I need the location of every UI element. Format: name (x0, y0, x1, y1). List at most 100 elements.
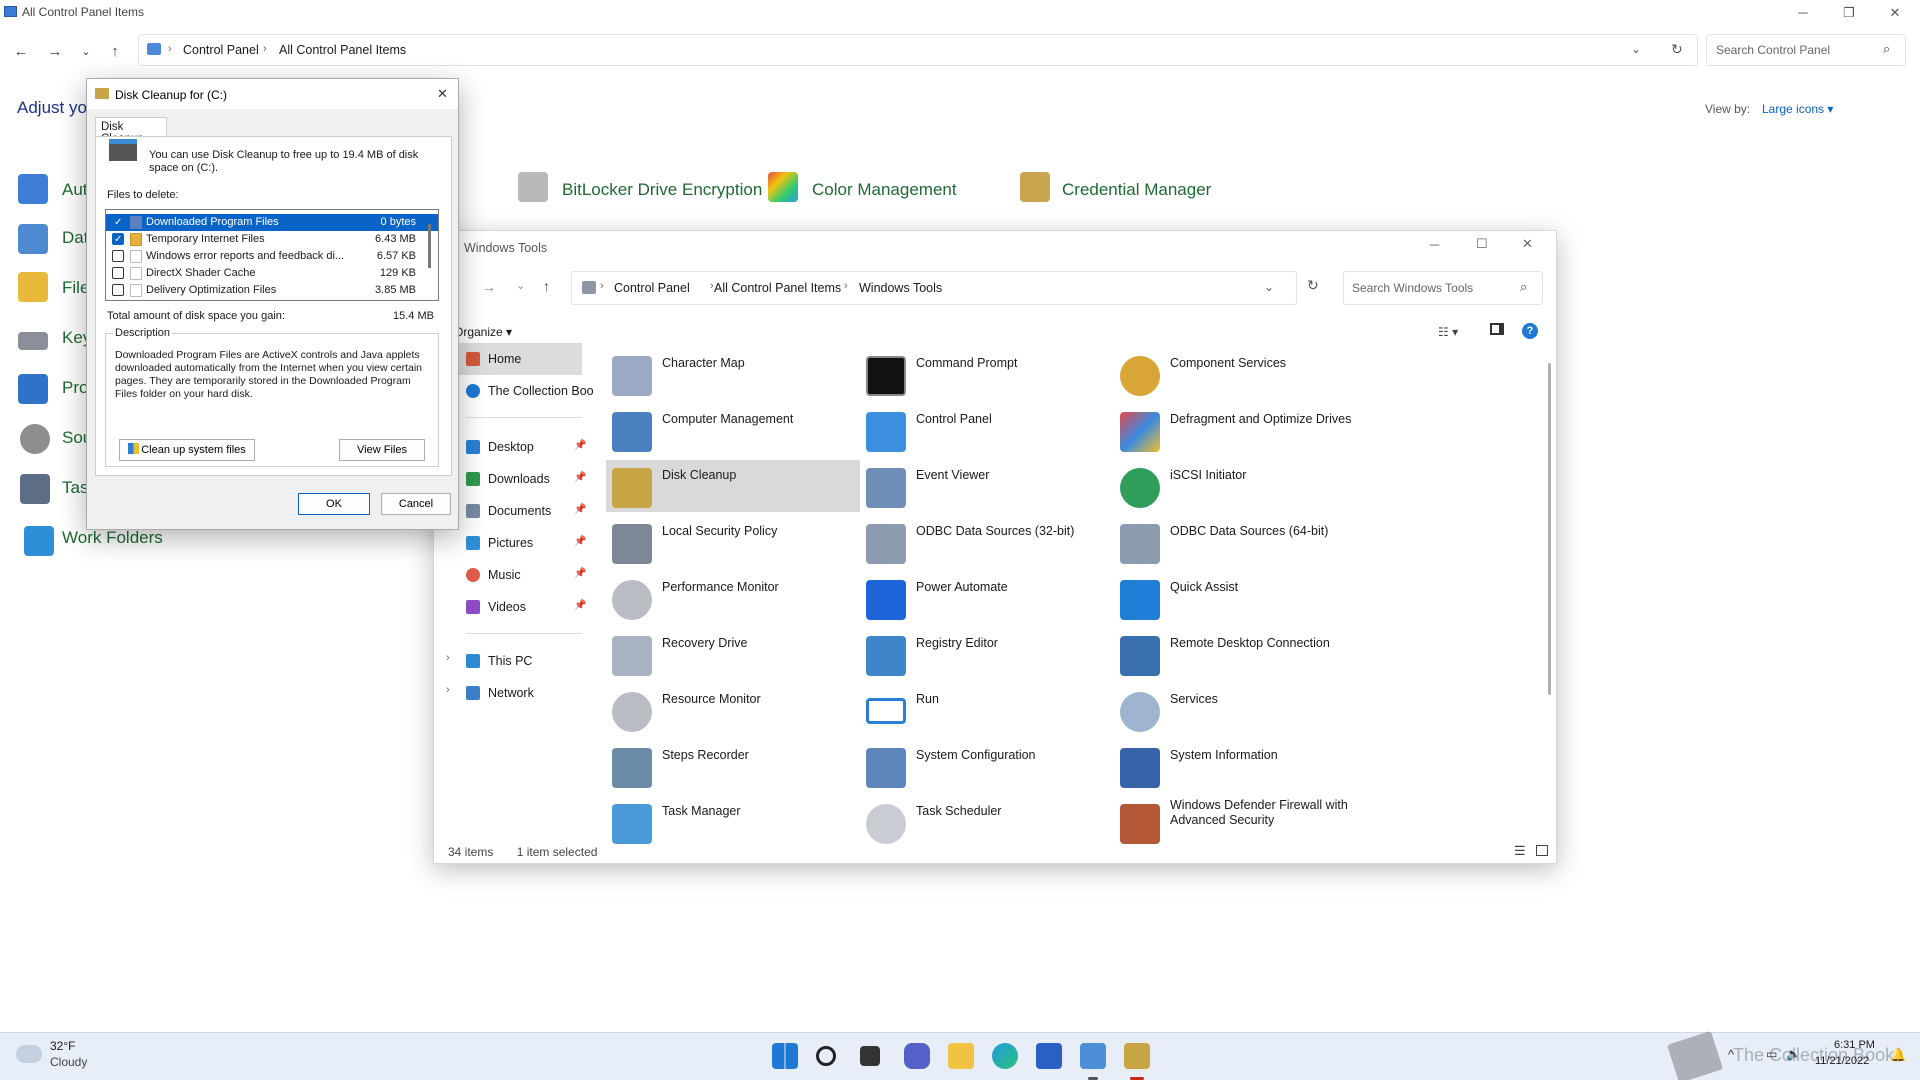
disk-cleanup-taskbar-icon[interactable] (1124, 1043, 1150, 1069)
refresh-icon[interactable]: ↻ (1307, 277, 1319, 294)
files-to-delete-list[interactable]: Downloaded Program Files 0 bytes Tempora… (105, 209, 439, 301)
task-view-icon[interactable] (860, 1046, 880, 1066)
pin-icon[interactable]: 📌 (574, 600, 586, 611)
view-files-button[interactable]: View Files (339, 439, 425, 461)
pin-icon[interactable]: 📌 (574, 504, 586, 515)
breadcrumb-control-panel[interactable]: Control Panel (614, 281, 690, 295)
nav-item-this-pc[interactable]: This PC (488, 646, 532, 676)
file-row[interactable]: Delivery Optimization Files 3.85 MB (106, 282, 438, 299)
back-arrow-icon[interactable]: ← (10, 41, 32, 63)
search-icon[interactable] (816, 1046, 836, 1066)
file-row[interactable]: Downloaded Program Files 0 bytes (106, 214, 438, 231)
pin-icon[interactable]: 📌 (574, 568, 586, 579)
tool-event-viewer[interactable]: Event Viewer (860, 460, 1114, 512)
nav-item-onedrive[interactable]: The Collection Boo (488, 376, 598, 406)
list-scrollbar[interactable] (428, 224, 431, 268)
cancel-button[interactable]: Cancel (381, 493, 451, 515)
pin-icon[interactable]: 📌 (574, 536, 586, 547)
file-row[interactable]: Windows error reports and feedback di...… (106, 248, 438, 265)
tool-component-services[interactable]: Component Services (1114, 348, 1368, 400)
file-explorer-icon[interactable] (948, 1043, 974, 1069)
control-panel-search-input[interactable]: Search Control Panel ⌕ (1706, 34, 1906, 66)
nav-item-videos[interactable]: Videos (488, 592, 526, 622)
up-arrow-icon[interactable]: ↑ (104, 41, 126, 63)
tool-odbc-32[interactable]: ODBC Data Sources (32-bit) (860, 516, 1114, 568)
start-windows-icon[interactable] (772, 1043, 798, 1069)
cp-item-credential-manager[interactable]: Credential Manager (1062, 180, 1211, 200)
volume-icon[interactable]: 🔈 (1786, 1047, 1801, 1061)
tool-system-information[interactable]: System Information (1114, 740, 1368, 792)
tool-run[interactable]: Run (860, 684, 1114, 736)
microsoft-store-icon[interactable] (1036, 1043, 1062, 1069)
details-view-icon[interactable]: ☰ (1514, 843, 1526, 859)
tool-steps-recorder[interactable]: Steps Recorder (606, 740, 860, 792)
file-row[interactable]: DirectX Shader Cache 129 KB (106, 265, 438, 282)
tool-resource-monitor[interactable]: Resource Monitor (606, 684, 860, 736)
tab-disk-cleanup[interactable]: Disk Cleanup (95, 117, 167, 145)
search-icon[interactable]: ⌕ (1520, 279, 1527, 295)
tool-iscsi-initiator[interactable]: iSCSI Initiator (1114, 460, 1368, 512)
close-icon[interactable]: ✕ (1872, 0, 1918, 28)
address-dropdown-icon[interactable]: ⌄ (1264, 280, 1274, 294)
cp-item-programs[interactable]: Pro (62, 378, 88, 398)
preview-pane-icon[interactable] (1490, 323, 1504, 335)
breadcrumb-control-panel[interactable]: Control Panel (183, 43, 259, 57)
cp-item-color-management[interactable]: Color Management (812, 180, 957, 200)
tool-performance-monitor[interactable]: Performance Monitor (606, 572, 860, 624)
tool-registry-editor[interactable]: Registry Editor (860, 628, 1114, 680)
view-options-icon[interactable]: ☷ ▾ (1438, 325, 1458, 339)
breadcrumb-windows-tools[interactable]: Windows Tools (859, 281, 942, 295)
maximize-icon[interactable]: ☐ (1476, 236, 1488, 252)
tool-quick-assist[interactable]: Quick Assist (1114, 572, 1368, 624)
cp-item-autoplay[interactable]: Aut (62, 180, 88, 200)
recent-chevron-icon[interactable]: ⌄ (75, 41, 97, 63)
tool-character-map[interactable]: Character Map (606, 348, 860, 400)
help-icon[interactable]: ? (1522, 323, 1538, 339)
file-checkbox[interactable] (112, 267, 124, 279)
chevron-up-icon[interactable]: ^ (1728, 1047, 1734, 1062)
tool-defragment[interactable]: Defragment and Optimize Drives (1114, 404, 1368, 456)
nav-item-documents[interactable]: Documents (488, 496, 551, 526)
nav-item-desktop[interactable]: Desktop (488, 432, 534, 462)
nav-item-downloads[interactable]: Downloads (488, 464, 550, 494)
breadcrumb-all-items[interactable]: All Control Panel Items (279, 43, 406, 57)
tool-disk-cleanup[interactable]: Disk Cleanup (606, 460, 860, 512)
tool-task-scheduler[interactable]: Task Scheduler (860, 796, 1114, 848)
breadcrumb-all-items[interactable]: All Control Panel Items (714, 281, 841, 295)
chat-icon[interactable] (904, 1043, 930, 1069)
notification-bell-icon[interactable]: 🔔 (1890, 1047, 1906, 1063)
forward-arrow-icon[interactable]: → (482, 279, 496, 295)
pin-icon[interactable]: 📌 (574, 472, 586, 483)
refresh-icon[interactable]: ↻ (1671, 41, 1683, 58)
close-icon[interactable]: ✕ (437, 86, 448, 102)
pin-icon[interactable]: 📌 (574, 440, 586, 451)
large-icons-view-icon[interactable] (1536, 845, 1548, 856)
file-row[interactable]: Temporary Internet Files 6.43 MB (106, 231, 438, 248)
vertical-scrollbar[interactable] (1548, 363, 1551, 695)
cp-item-work-folders[interactable]: Work Folders (62, 528, 163, 548)
windows-tools-address-bar[interactable]: › Control Panel › All Control Panel Item… (571, 271, 1297, 305)
clock-date[interactable]: 11/21/2022 (1815, 1055, 1869, 1067)
nav-item-music[interactable]: Music (488, 560, 521, 590)
minimize-icon[interactable]: ─ (1430, 237, 1439, 252)
up-arrow-icon[interactable]: ↑ (543, 278, 550, 294)
tool-command-prompt[interactable]: Command Prompt (860, 348, 1114, 400)
edge-browser-icon[interactable] (992, 1043, 1018, 1069)
expand-chevron-icon[interactable]: › (446, 652, 450, 664)
control-panel-taskbar-icon[interactable] (1080, 1043, 1106, 1069)
control-panel-address-bar[interactable]: › Control Panel › All Control Panel Item… (138, 34, 1698, 66)
ok-button[interactable]: OK (298, 493, 370, 515)
cp-item-date-time[interactable]: Dat (62, 228, 88, 248)
tool-defender-firewall[interactable]: Windows Defender Firewall with Advanced … (1114, 796, 1368, 848)
clean-up-system-files-button[interactable]: Clean up system files (119, 439, 255, 461)
weather-cloud-icon[interactable] (16, 1045, 42, 1063)
weather-description[interactable]: Cloudy (50, 1055, 87, 1069)
expand-chevron-icon[interactable]: › (446, 684, 450, 696)
cp-item-bitlocker[interactable]: BitLocker Drive Encryption (562, 180, 762, 200)
clock-time[interactable]: 6:31 PM (1834, 1039, 1875, 1051)
tool-local-security-policy[interactable]: Local Security Policy (606, 516, 860, 568)
nav-item-home[interactable]: Home (488, 344, 521, 374)
network-icon[interactable]: ▭ (1766, 1047, 1777, 1061)
file-checkbox[interactable] (112, 214, 124, 231)
organize-menu[interactable]: Organize ▾ (454, 325, 512, 339)
